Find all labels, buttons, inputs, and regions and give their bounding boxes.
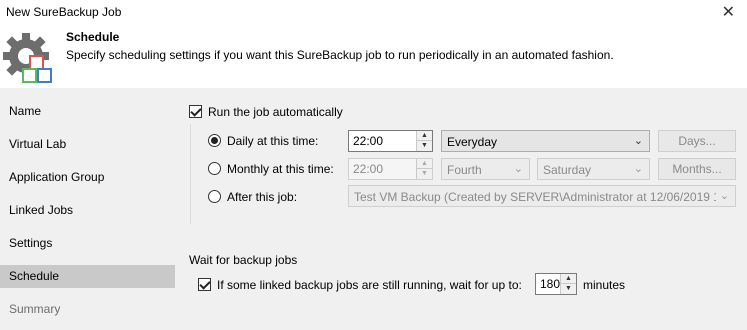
monthly-label[interactable]: Monthly at this time:: [227, 162, 334, 176]
stepper-down-icon[interactable]: ▼: [561, 284, 576, 294]
monthly-day-select: Saturday ⌄: [537, 158, 650, 180]
monthly-week-value: Fourth: [447, 163, 482, 177]
wait-linked-jobs-label[interactable]: If some linked backup jobs are still run…: [217, 278, 522, 292]
stepper-down-icon: ▼: [421, 170, 428, 177]
stepper-up-icon: ▲: [417, 159, 432, 169]
monthly-radio[interactable]: [208, 162, 221, 175]
sidebar-item-settings[interactable]: Settings: [0, 232, 175, 255]
days-button: Days...: [658, 130, 736, 152]
chevron-down-icon: ⌄: [719, 190, 729, 202]
stepper-up-icon[interactable]: ▲: [417, 131, 432, 141]
sidebar-item-virtual-lab[interactable]: Virtual Lab: [0, 133, 175, 156]
monthly-week-select: Fourth ⌄: [441, 158, 530, 180]
after-job-value: Test VM Backup (Created by SERVER\Admini…: [354, 190, 716, 204]
daily-label[interactable]: Daily at this time:: [227, 134, 318, 148]
sidebar-item-linked-jobs[interactable]: Linked Jobs: [0, 199, 175, 222]
chevron-down-icon: ⌄: [633, 135, 643, 147]
daily-time-input[interactable]: 22:00 ▲ ▼: [348, 130, 433, 152]
sidebar-item-summary: Summary: [9, 302, 61, 316]
page-description: Specify scheduling settings if you want …: [66, 48, 614, 62]
monthly-time-stepper: ▲ ▼: [416, 159, 432, 179]
daily-radio[interactable]: [208, 134, 221, 147]
wait-minutes-input[interactable]: 180 ▲ ▼: [535, 273, 577, 295]
monthly-time-value: 22:00: [353, 162, 384, 176]
daily-frequency-value: Everyday: [447, 135, 498, 149]
daily-time-value: 22:00: [353, 134, 384, 148]
wait-minutes-stepper[interactable]: ▲ ▼: [560, 274, 576, 294]
wizard-steps-sidebar: Name Virtual Lab Application Group Linke…: [0, 88, 175, 330]
after-job-radio[interactable]: [208, 190, 221, 203]
window-title: New SureBackup Job: [6, 5, 122, 19]
after-job-label[interactable]: After this job:: [227, 190, 297, 204]
daily-time-stepper[interactable]: ▲ ▼: [416, 131, 432, 151]
sidebar-item-schedule[interactable]: Schedule: [0, 265, 175, 288]
close-icon[interactable]: ✕: [722, 2, 735, 22]
sidebar-item-name[interactable]: Name: [0, 100, 175, 123]
monthly-day-value: Saturday: [543, 163, 592, 177]
title-bar: New SureBackup Job ✕: [0, 0, 747, 26]
chevron-down-icon: ⌄: [633, 163, 643, 175]
chevron-down-icon: ⌄: [513, 163, 523, 175]
stepper-down-icon[interactable]: ▼: [417, 141, 432, 151]
wait-minutes-value: 180: [540, 277, 561, 291]
step-header: Schedule Specify scheduling settings if …: [0, 26, 747, 88]
page-title: Schedule: [66, 30, 120, 44]
after-job-select: Test VM Backup (Created by SERVER\Admini…: [348, 185, 736, 207]
gear-with-servers-icon: [3, 33, 52, 83]
run-automatically-checkbox[interactable]: [189, 105, 202, 118]
schedule-settings-panel: Run the job automatically Daily at this …: [175, 88, 747, 330]
wait-unit-label: minutes: [583, 278, 626, 292]
months-button: Months...: [658, 158, 736, 180]
wait-linked-jobs-checkbox[interactable]: [198, 278, 211, 291]
daily-frequency-select[interactable]: Everyday ⌄: [441, 130, 650, 152]
wait-section-label: Wait for backup jobs: [189, 253, 298, 267]
sidebar-item-application-group[interactable]: Application Group: [0, 166, 175, 189]
run-automatically-label[interactable]: Run the job automatically: [208, 105, 343, 119]
stepper-up-icon[interactable]: ▲: [561, 274, 576, 284]
monthly-time-input: 22:00 ▲ ▼: [348, 158, 433, 180]
